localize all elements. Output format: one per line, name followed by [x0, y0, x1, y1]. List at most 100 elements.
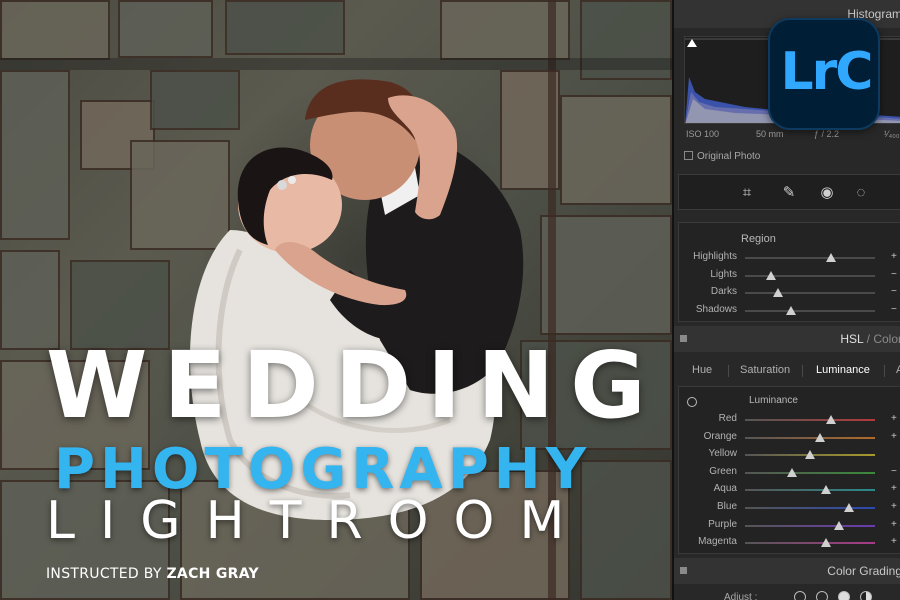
mask-icon[interactable]: ◌ [851, 183, 871, 203]
credit-prefix: INSTRUCTED BY [46, 566, 162, 582]
hsl-header-title: HSL / Color [840, 332, 900, 346]
slider-value[interactable]: − 2 [891, 466, 900, 477]
adjust-label: Adjust : [724, 592, 758, 600]
slider-label: Darks [710, 286, 737, 297]
slider-value[interactable]: − 3 [891, 304, 900, 315]
slider-row: Orange + 2 [679, 429, 900, 446]
slider-track[interactable] [745, 450, 875, 460]
slider-track[interactable] [745, 467, 875, 477]
slider-row: Shadows − 3 [679, 302, 900, 319]
color-grading-header[interactable]: Color Grading [674, 558, 900, 584]
slider-track[interactable] [745, 270, 875, 280]
slider-track[interactable] [745, 253, 875, 262]
tone-curve-region: Region Highlights + 3 Lights − 6 Darks − 5 Sha… [678, 222, 900, 322]
slider-row: Yellow [679, 446, 900, 463]
slider-row: Highlights + 3 [679, 249, 900, 266]
slider-value[interactable]: − 6 [891, 269, 900, 280]
hsl-header-sep: / [863, 332, 874, 346]
hsl-tabs: Hue Saturation Luminance A [678, 356, 900, 384]
slider-label: Yellow [708, 448, 737, 460]
title-wedding: WEDDING [46, 332, 662, 439]
slider-track[interactable] [745, 305, 875, 315]
tab-hue[interactable]: Hue [692, 364, 712, 376]
color-grading-midtones-dot[interactable] [816, 591, 828, 600]
color-grading-global-dot[interactable] [860, 591, 872, 600]
slider-handle[interactable] [825, 253, 836, 262]
slider-handle[interactable] [820, 485, 831, 495]
slider-track[interactable] [745, 503, 875, 512]
exif-aperture: ƒ / 2.2 [814, 129, 840, 139]
lrc-app-logo: LrC [768, 18, 880, 130]
slider-row: Aqua + 2 [679, 481, 900, 498]
slider-value[interactable]: + 4 [891, 519, 900, 530]
slider-handle[interactable] [766, 270, 776, 280]
slider-handle[interactable] [786, 467, 797, 477]
slider-value[interactable]: + 2 [891, 483, 900, 494]
slider-value[interactable]: + 3 [891, 413, 900, 424]
title-block: WEDDING PHOTOGRAPHY LIGHTROOM INSTRUCTED… [0, 330, 672, 600]
panel-toggle-icon[interactable] [680, 567, 687, 574]
lrc-logo-text: LrC [780, 42, 874, 102]
panel-toggle-icon[interactable] [680, 335, 687, 342]
tool-strip: ⌗ ✎ ◉ ◌ [678, 174, 900, 210]
title-photography: PHOTOGRAPHY [54, 437, 592, 502]
original-photo-checkbox[interactable] [684, 151, 693, 160]
slider-handle[interactable] [844, 503, 854, 512]
crop-icon[interactable]: ⌗ [737, 183, 757, 203]
slider-label: Magenta [698, 536, 737, 548]
hsl-header-main: HSL [840, 332, 864, 346]
tab-divider [802, 365, 803, 377]
healing-icon[interactable]: ✎ [779, 183, 799, 203]
slider-track[interactable] [745, 538, 875, 548]
exif-shutter: ¹⁄₄₀₀ [884, 129, 900, 139]
slider-value[interactable]: + 7 [891, 501, 900, 512]
slider-label: Blue [716, 501, 737, 512]
slider-handle[interactable] [815, 432, 826, 442]
slider-label: Orange [703, 430, 737, 442]
title-lightroom: LIGHTROOM [46, 491, 590, 551]
tab-all[interactable]: A [896, 364, 900, 376]
slider-handle[interactable] [785, 305, 796, 315]
color-grading-label: Color Grading [827, 564, 900, 578]
slider-row: Green − 2 [679, 464, 900, 481]
slider-label: Red [718, 413, 737, 424]
slider-value[interactable]: − 5 [891, 286, 900, 297]
slider-label: Highlights [693, 251, 737, 262]
slider-row: Blue + 7 [679, 499, 900, 516]
original-photo-toggle[interactable]: Original Photo [684, 151, 760, 162]
tab-saturation[interactable]: Saturation [740, 364, 790, 376]
slider-track[interactable] [745, 415, 875, 424]
color-grading-highlights-dot[interactable] [838, 591, 850, 600]
slider-handle[interactable] [833, 520, 844, 530]
hsl-header[interactable]: HSL / Color [674, 326, 900, 352]
slider-handle[interactable] [805, 450, 815, 460]
tab-divider [884, 365, 885, 377]
slider-track[interactable] [745, 432, 875, 442]
wedding-photo: WEDDING PHOTOGRAPHY LIGHTROOM INSTRUCTED… [0, 0, 672, 600]
original-photo-label: Original Photo [697, 151, 761, 162]
luminance-label: Luminance [749, 395, 798, 406]
slider-track[interactable] [745, 520, 875, 530]
slider-track[interactable] [745, 485, 875, 495]
slider-row: Darks − 5 [679, 284, 900, 301]
luminance-section: Luminance Red + 3 Orange + 2 Yellow Green − 2 A… [678, 386, 900, 554]
slider-row: Purple + 4 [679, 517, 900, 534]
slider-handle[interactable] [820, 538, 831, 548]
hsl-header-rest: Color [873, 332, 900, 346]
instructor-name: ZACH GRAY [166, 566, 259, 582]
color-grading-shadows-dot[interactable] [794, 591, 806, 600]
slider-label: Green [709, 465, 737, 477]
slider-value[interactable]: + 2 [891, 536, 900, 547]
slider-row: Lights − 6 [679, 267, 900, 284]
shadow-clipping-indicator[interactable] [687, 39, 697, 47]
slider-handle[interactable] [825, 415, 836, 424]
slider-label: Shadows [695, 303, 737, 315]
slider-handle[interactable] [772, 288, 783, 297]
slider-value[interactable]: + 3 [891, 251, 900, 262]
red-eye-icon[interactable]: ◉ [817, 183, 837, 203]
target-adjust-icon[interactable] [687, 397, 697, 407]
tab-luminance[interactable]: Luminance [816, 364, 870, 376]
slider-label: Aqua [713, 483, 737, 495]
slider-value[interactable]: + 2 [891, 431, 900, 442]
slider-track[interactable] [745, 288, 875, 297]
